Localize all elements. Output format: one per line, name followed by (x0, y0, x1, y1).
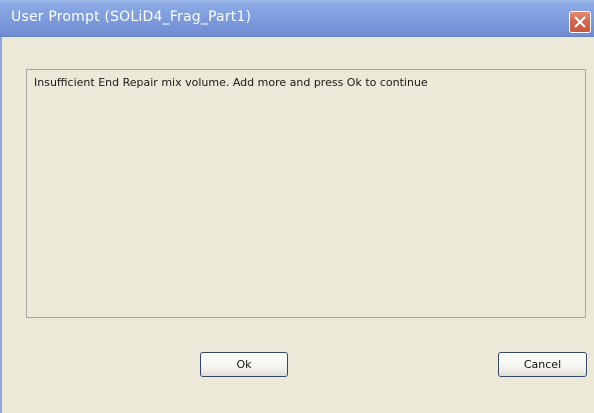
ok-button[interactable]: Ok (200, 352, 288, 377)
title-bar[interactable]: User Prompt (SOLiD4_Frag_Part1) (0, 0, 594, 37)
message-panel: Insufficient End Repair mix volume. Add … (26, 69, 586, 318)
prompt-message: Insufficient End Repair mix volume. Add … (34, 76, 428, 89)
close-button[interactable] (569, 11, 591, 33)
cancel-button[interactable]: Cancel (498, 352, 587, 377)
user-prompt-dialog: User Prompt (SOLiD4_Frag_Part1) Insuffic… (0, 0, 594, 413)
close-icon (574, 16, 586, 28)
window-title: User Prompt (SOLiD4_Frag_Part1) (11, 9, 252, 25)
